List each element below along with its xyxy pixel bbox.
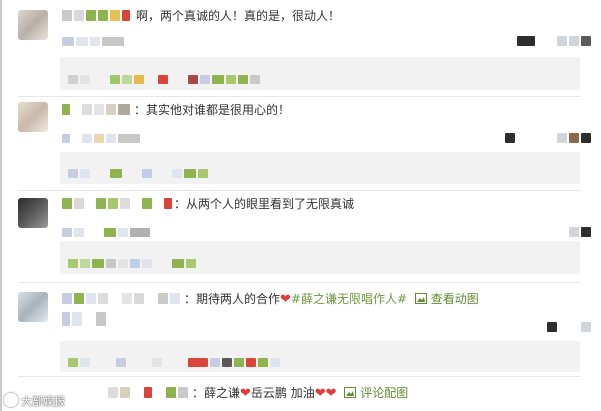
comment-body: ：期待两人的合作	[184, 292, 281, 306]
hearts-emoji: ❤❤	[314, 386, 337, 401]
comment-body: ：从两个人的眼里看到了无限真诚	[174, 197, 355, 211]
reply-box	[60, 152, 580, 184]
comment-actions[interactable]	[505, 127, 593, 143]
hashtag-link[interactable]: #薛之谦无限唱作人#	[291, 292, 407, 306]
divider	[18, 282, 581, 283]
comment-text: ：薛之谦❤岳云鹏 加油❤❤ 评论配图	[108, 385, 408, 402]
comment-meta	[62, 221, 152, 237]
divider	[18, 376, 581, 377]
image-icon	[414, 293, 427, 304]
avatar[interactable]	[18, 102, 48, 132]
comment-actions[interactable]	[517, 30, 593, 46]
reply-box	[60, 241, 580, 274]
comment-meta	[62, 127, 142, 143]
comment-text: ：其实他对谁都是很用心的！	[62, 102, 290, 118]
watermark-logo-icon	[4, 393, 18, 407]
view-gif-link[interactable]: 查看动图	[414, 292, 479, 306]
comment-body: 啊，两个真诚的人！真的是，很动人！	[136, 9, 341, 23]
image-icon	[344, 387, 357, 398]
avatar[interactable]	[18, 292, 48, 322]
heart-emoji: ❤	[240, 386, 251, 401]
comment-body: ：其实他对谁都是很用心的！	[134, 103, 291, 117]
comment-meta	[62, 30, 126, 46]
comment-text: ：期待两人的合作❤#薛之谦无限唱作人# 查看动图	[62, 291, 479, 308]
comment-text: 啊，两个真诚的人！真的是，很动人！	[62, 8, 340, 24]
comment-body: ：薛之谦	[192, 386, 241, 400]
comment-text: ：从两个人的眼里看到了无限真诚	[62, 196, 354, 212]
reply-box	[60, 341, 580, 372]
comment-actions[interactable]	[547, 316, 593, 332]
comment-actions[interactable]	[569, 221, 593, 237]
reply-box	[60, 57, 580, 90]
heart-emoji: ❤	[280, 292, 291, 307]
comment-meta	[62, 310, 108, 326]
avatar[interactable]	[18, 10, 48, 40]
left-border	[0, 0, 2, 411]
divider	[18, 190, 581, 191]
avatar[interactable]	[18, 198, 48, 228]
comment-image-link[interactable]: 评论配图	[344, 386, 408, 400]
watermark: 大部娱报	[4, 393, 65, 409]
divider	[18, 96, 581, 97]
